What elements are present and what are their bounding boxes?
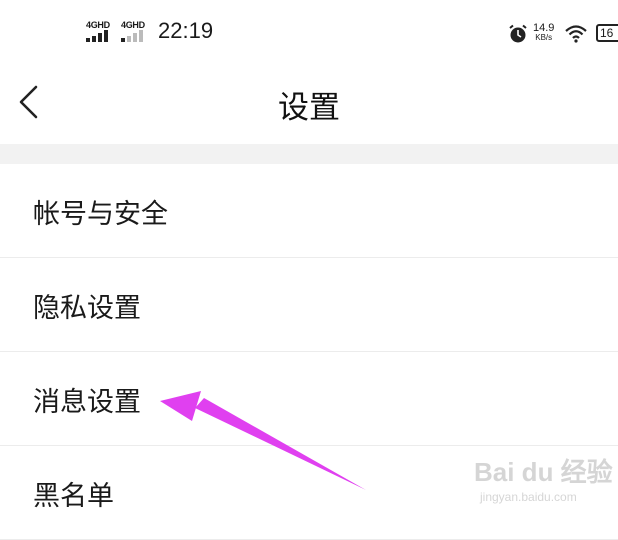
menu-item-message-settings[interactable]: 消息设置 <box>0 352 618 446</box>
menu-item-label: 帐号与安全 <box>33 199 168 230</box>
status-bar: 4GHD 4GHD 22:19 14.9 KB/s 16 <box>0 0 618 68</box>
network-speed-unit: KB/s <box>535 33 553 42</box>
menu-item-label: 黑名单 <box>33 481 114 512</box>
menu-item-account-security[interactable]: 帐号与安全 <box>0 164 618 258</box>
signal-2-label: 4GHD <box>121 20 145 30</box>
menu-item-label: 消息设置 <box>33 387 141 418</box>
network-speed: 14.9 KB/s <box>533 23 554 42</box>
alarm-icon <box>509 24 527 43</box>
menu-item-privacy-settings[interactable]: 隐私设置 <box>0 258 618 352</box>
settings-menu: 帐号与安全 隐私设置 消息设置 黑名单 <box>0 164 618 540</box>
nav-bar: 设置 <box>0 68 618 144</box>
menu-item-blacklist[interactable]: 黑名单 <box>0 446 618 540</box>
page-title: 设置 <box>278 90 340 126</box>
status-time: 22:19 <box>158 18 214 43</box>
battery-icon: 16 <box>596 24 618 42</box>
wifi-icon <box>565 25 587 43</box>
signal-1-label: 4GHD <box>86 20 110 30</box>
section-divider <box>0 144 618 164</box>
menu-item-label: 隐私设置 <box>33 293 141 324</box>
battery-level: 16 <box>600 26 614 40</box>
